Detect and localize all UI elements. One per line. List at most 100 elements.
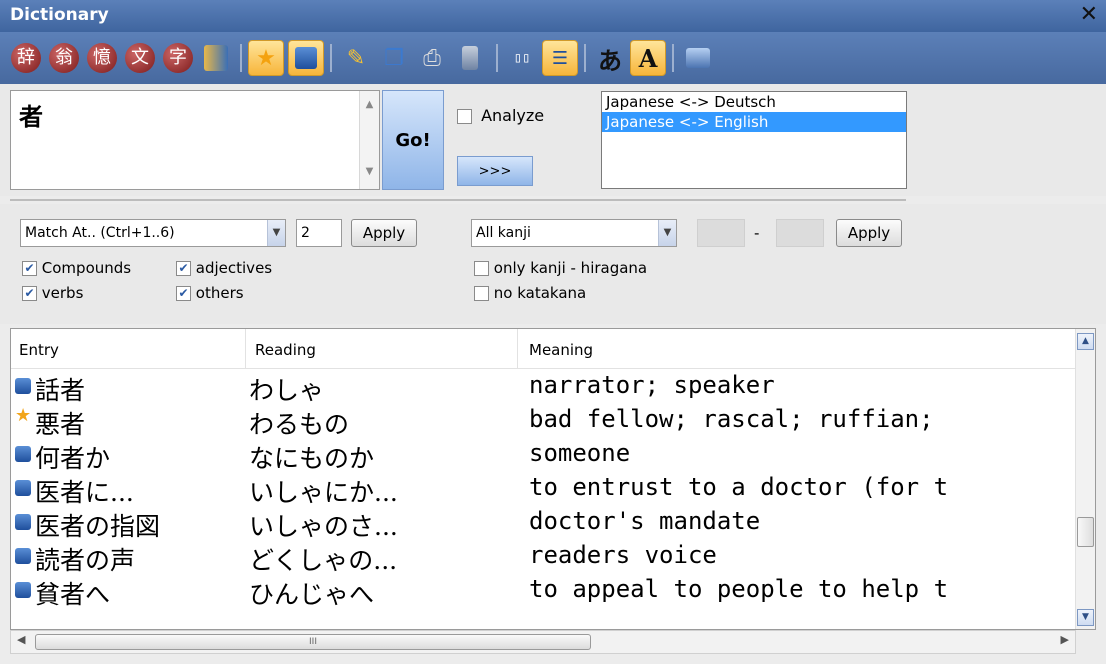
go-button[interactable]: Go! <box>382 90 444 190</box>
analyze-option[interactable]: Analyze <box>457 106 544 125</box>
search-query: 者 <box>19 103 43 131</box>
verbs-checkbox[interactable]: ✔ <box>22 286 37 301</box>
only-kanji-option[interactable]: only kanji - hiragana <box>474 259 647 277</box>
others-label: others <box>195 284 244 302</box>
no-katakana-label: no katakana <box>493 284 587 302</box>
scroll-down-icon[interactable]: ▼ <box>1077 609 1094 626</box>
range-from-input[interactable] <box>697 219 745 247</box>
reading-cell: どくしゃの... <box>249 546 398 575</box>
scroll-thumb[interactable] <box>1077 517 1094 547</box>
book-icon <box>15 480 31 496</box>
compounds-checkbox[interactable]: ✔ <box>22 261 37 276</box>
no-katakana-checkbox[interactable] <box>474 286 489 301</box>
table-row[interactable]: 医者に... いしゃにか... to entrust to a doctor (… <box>11 471 1077 507</box>
table-header: Entry Reading Meaning <box>11 329 1077 369</box>
toolbar-separator <box>330 44 332 72</box>
scroll-up-icon[interactable]: ▲ <box>1077 333 1094 350</box>
column-divider[interactable] <box>245 329 246 369</box>
print-button[interactable]: ⎙ <box>414 40 450 76</box>
kanji-dict-button-1[interactable]: 辞 <box>8 40 44 76</box>
entry-cell: 医者の指図 <box>35 512 161 541</box>
table-row[interactable]: 話者 わしゃ narrator; speaker <box>11 369 1077 405</box>
adjectives-label: adjectives <box>195 259 273 277</box>
print-icon: ⎙ <box>423 45 441 71</box>
adjectives-option[interactable]: ✔ adjectives <box>176 259 272 277</box>
search-input[interactable]: 者 ▲ ▼ <box>10 90 380 190</box>
settings-button[interactable] <box>680 40 716 76</box>
star-icon: ★ <box>15 405 32 426</box>
kanji-dict-button-4[interactable]: 文 <box>122 40 158 76</box>
window-title: Dictionary <box>10 5 109 25</box>
reading-cell: いしゃのさ... <box>249 512 398 541</box>
vertical-scrollbar[interactable]: ▲ ▼ <box>1075 329 1095 629</box>
blue-book-button[interactable] <box>288 40 324 76</box>
font-button[interactable]: A <box>630 40 666 76</box>
blue-book-icon <box>295 47 317 69</box>
table-row[interactable]: 何者か なにものか someone <box>11 437 1077 473</box>
input-scrollbar[interactable]: ▲ ▼ <box>359 91 379 189</box>
dictionary-window: Dictionary ✕ 辞 翁 憶 文 字 ★ ✎ ❐ ⎙ ▯▯ ☰ あ A … <box>0 0 1106 664</box>
pencil-icon: ✎ <box>346 45 366 71</box>
analyze-checkbox[interactable] <box>457 109 472 124</box>
compounds-option[interactable]: ✔ Compounds <box>22 259 131 277</box>
entry-cell: 医者に... <box>35 478 134 507</box>
dictionary-item[interactable]: Japanese <-> Deutsch <box>602 92 906 112</box>
only-kanji-checkbox[interactable] <box>474 261 489 276</box>
book-button[interactable] <box>198 40 234 76</box>
layout-list-button[interactable]: ☰ <box>542 40 578 76</box>
copy-icon: ❐ <box>384 45 404 71</box>
hiragana-font-button[interactable]: あ <box>592 40 628 76</box>
toolbar-separator <box>672 44 674 72</box>
column-divider[interactable] <box>517 329 518 369</box>
table-row[interactable]: 貧者へ ひんじゃへ to appeal to people to help t <box>11 573 1077 609</box>
horizontal-scroll-thumb[interactable]: III <box>35 634 591 650</box>
kanji-dict-button-2[interactable]: 翁 <box>46 40 82 76</box>
dictionary-item-selected[interactable]: Japanese <-> English <box>602 112 906 132</box>
table-row[interactable]: 医者の指図 いしゃのさ... doctor's mandate <box>11 505 1077 541</box>
apply-button[interactable]: Apply <box>351 219 417 247</box>
match-number-input[interactable]: 2 <box>296 219 342 247</box>
chevron-down-icon[interactable]: ▼ <box>267 220 285 246</box>
kanji-icon: 字 <box>163 43 193 73</box>
column-header-meaning[interactable]: Meaning <box>529 341 593 359</box>
meaning-cell: doctor's mandate <box>529 507 761 535</box>
kanji-filter-dropdown[interactable]: All kanji ▼ <box>471 219 677 247</box>
match-dropdown[interactable]: Match At.. (Ctrl+1..6) ▼ <box>20 219 286 247</box>
horizontal-scrollbar[interactable]: ◀ III ▶ <box>10 630 1076 654</box>
reading-cell: なにものか <box>249 444 375 473</box>
others-option[interactable]: ✔ others <box>176 284 244 302</box>
no-katakana-option[interactable]: no katakana <box>474 284 586 302</box>
table-row[interactable]: 読者の声 どくしゃの... readers voice <box>11 539 1077 575</box>
scroll-left-icon[interactable]: ◀ <box>17 633 25 646</box>
others-checkbox[interactable]: ✔ <box>176 286 191 301</box>
expand-button[interactable]: >>> <box>457 156 533 186</box>
match-value: Match At.. (Ctrl+1..6) <box>25 225 175 241</box>
column-header-reading[interactable]: Reading <box>255 341 316 359</box>
kanji-icon: 辞 <box>11 43 41 73</box>
scroll-right-icon[interactable]: ▶ <box>1061 633 1069 646</box>
range-to-input[interactable] <box>776 219 824 247</box>
reading-cell: わるもの <box>249 410 350 439</box>
copy-button[interactable]: ❐ <box>376 40 412 76</box>
clipboard-button[interactable] <box>452 40 488 76</box>
reading-cell: ひんじゃへ <box>249 580 375 609</box>
edit-button[interactable]: ✎ <box>338 40 374 76</box>
favorite-button[interactable]: ★ <box>248 40 284 76</box>
meaning-cell: someone <box>529 439 631 467</box>
book-icon <box>204 45 228 71</box>
chevron-down-icon[interactable]: ▼ <box>658 220 676 246</box>
scroll-down-icon[interactable]: ▼ <box>360 166 379 177</box>
dictionary-list[interactable]: Japanese <-> Deutsch Japanese <-> Englis… <box>601 91 907 189</box>
table-row[interactable]: ★ 悪者 わるもの bad fellow; rascal; ruffian; <box>11 403 1077 439</box>
adjectives-checkbox[interactable]: ✔ <box>176 261 191 276</box>
scroll-up-icon[interactable]: ▲ <box>360 99 379 110</box>
kanji-dict-button-3[interactable]: 憶 <box>84 40 120 76</box>
column-header-entry[interactable]: Entry <box>19 341 59 359</box>
verbs-option[interactable]: ✔ verbs <box>22 284 83 302</box>
layout-grid-button[interactable]: ▯▯ <box>504 40 540 76</box>
close-icon[interactable]: ✕ <box>1080 2 1098 27</box>
compounds-label: Compounds <box>41 259 132 277</box>
entry-cell: 読者の声 <box>35 546 136 575</box>
kanji-dict-button-5[interactable]: 字 <box>160 40 196 76</box>
apply-range-button[interactable]: Apply <box>836 219 902 247</box>
